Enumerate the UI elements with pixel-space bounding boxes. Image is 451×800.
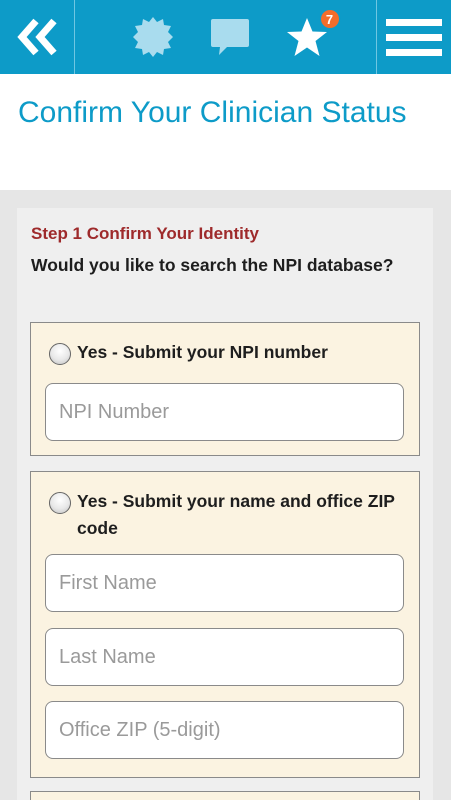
next-option-box [30, 791, 420, 800]
speech-bubble-icon[interactable] [209, 17, 251, 57]
menu-button[interactable] [376, 0, 451, 74]
toolbar-icons: 7 [75, 0, 376, 74]
name-zip-option-label[interactable]: Yes - Submit your name and office ZIP co… [77, 488, 419, 542]
npi-option-box: Yes - Submit your NPI number [30, 322, 420, 456]
name-zip-option-box: Yes - Submit your name and office ZIP co… [30, 471, 420, 778]
npi-option-label[interactable]: Yes - Submit your NPI number [77, 339, 328, 366]
form-panel: Step 1 Confirm Your Identity Would you l… [17, 208, 433, 800]
page-title: Confirm Your Clinician Status [18, 96, 407, 129]
page-header: Confirm Your Clinician Status [0, 74, 451, 190]
office-zip-input[interactable] [45, 701, 404, 759]
name-zip-option-radio[interactable] [49, 492, 71, 514]
star-icon[interactable]: 7 [285, 8, 341, 58]
question-text: Would you like to search the NPI databas… [31, 255, 394, 275]
npi-option-radio[interactable] [49, 343, 71, 365]
last-name-input[interactable] [45, 628, 404, 686]
npi-option-row[interactable]: Yes - Submit your NPI number [31, 323, 419, 366]
notification-badge: 7 [318, 8, 341, 30]
name-zip-option-row[interactable]: Yes - Submit your name and office ZIP co… [31, 472, 419, 542]
hamburger-menu-icon [386, 17, 442, 57]
top-navigation-bar: 7 [0, 0, 451, 74]
first-name-input[interactable] [45, 554, 404, 612]
step-title: Step 1 Confirm Your Identity [31, 224, 259, 243]
npi-number-input[interactable] [45, 383, 404, 441]
certificate-icon[interactable] [131, 15, 175, 59]
double-chevron-left-icon [14, 17, 60, 57]
back-button[interactable] [0, 0, 75, 74]
